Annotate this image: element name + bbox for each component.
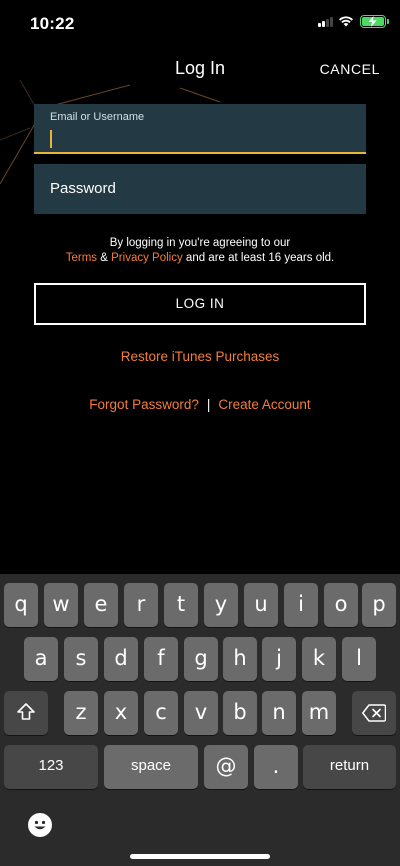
delete-key[interactable] xyxy=(352,691,396,735)
dot-key[interactable]: . xyxy=(254,745,298,789)
privacy-policy-link[interactable]: Privacy Policy xyxy=(111,252,183,264)
agreement-line1: By logging in you're agreeing to our xyxy=(109,237,291,249)
key-d[interactable]: d xyxy=(104,637,138,681)
backspace-icon xyxy=(362,704,387,722)
restore-purchases-link[interactable]: Restore iTunes Purchases xyxy=(0,349,400,364)
agreement-text: By logging in you're agreeing to our Ter… xyxy=(0,236,400,266)
agreement-amp: & xyxy=(100,252,108,264)
wifi-icon xyxy=(339,16,353,27)
log-in-button[interactable]: LOG IN xyxy=(34,283,366,325)
key-g[interactable]: g xyxy=(184,637,218,681)
key-w[interactable]: w xyxy=(44,583,78,627)
key-h[interactable]: h xyxy=(223,637,257,681)
key-o[interactable]: o xyxy=(324,583,358,627)
key-z[interactable]: z xyxy=(64,691,98,735)
email-field-label: Email or Username xyxy=(50,111,145,123)
password-placeholder: Password xyxy=(50,180,116,197)
key-k[interactable]: k xyxy=(302,637,336,681)
key-v[interactable]: v xyxy=(184,691,218,735)
create-account-link[interactable]: Create Account xyxy=(218,397,310,412)
key-n[interactable]: n xyxy=(262,691,296,735)
battery-icon xyxy=(360,15,386,28)
link-separator: | xyxy=(206,397,211,412)
key-s[interactable]: s xyxy=(64,637,98,681)
key-b[interactable]: b xyxy=(223,691,257,735)
password-field[interactable]: Password xyxy=(34,164,366,214)
key-l[interactable]: l xyxy=(342,637,376,681)
key-p[interactable]: p xyxy=(362,583,396,627)
key-m[interactable]: m xyxy=(302,691,336,735)
agreement-tail: and are at least 16 years old. xyxy=(185,252,335,264)
emoji-icon xyxy=(34,820,46,830)
key-t[interactable]: t xyxy=(164,583,198,627)
emoji-button[interactable] xyxy=(28,813,52,837)
key-c[interactable]: c xyxy=(144,691,178,735)
key-i[interactable]: i xyxy=(284,583,318,627)
key-y[interactable]: y xyxy=(204,583,238,627)
shift-icon xyxy=(17,703,35,720)
status-bar: 10:22 xyxy=(0,0,400,46)
home-indicator[interactable] xyxy=(130,854,270,859)
battery-cap-icon xyxy=(387,19,389,24)
space-key[interactable]: space xyxy=(104,745,198,789)
signal-icon xyxy=(318,17,334,27)
email-field[interactable]: Email or Username xyxy=(34,104,366,154)
key-r[interactable]: r xyxy=(124,583,158,627)
key-f[interactable]: f xyxy=(144,637,178,681)
key-a[interactable]: a xyxy=(24,637,58,681)
at-key[interactable]: @ xyxy=(204,745,248,789)
status-time: 10:22 xyxy=(30,14,75,33)
key-x[interactable]: x xyxy=(104,691,138,735)
terms-link[interactable]: Terms xyxy=(66,252,97,264)
key-j[interactable]: j xyxy=(262,637,296,681)
cancel-button[interactable]: CANCEL xyxy=(320,61,380,77)
forgot-password-link[interactable]: Forgot Password? xyxy=(89,397,199,412)
key-u[interactable]: u xyxy=(244,583,278,627)
shift-key[interactable] xyxy=(4,691,48,735)
key-q[interactable]: q xyxy=(4,583,38,627)
text-cursor xyxy=(50,130,52,148)
numbers-key[interactable]: 123 xyxy=(4,745,98,789)
key-e[interactable]: e xyxy=(84,583,118,627)
account-links: Forgot Password? | Create Account xyxy=(0,397,400,412)
return-key[interactable]: return xyxy=(303,745,396,789)
